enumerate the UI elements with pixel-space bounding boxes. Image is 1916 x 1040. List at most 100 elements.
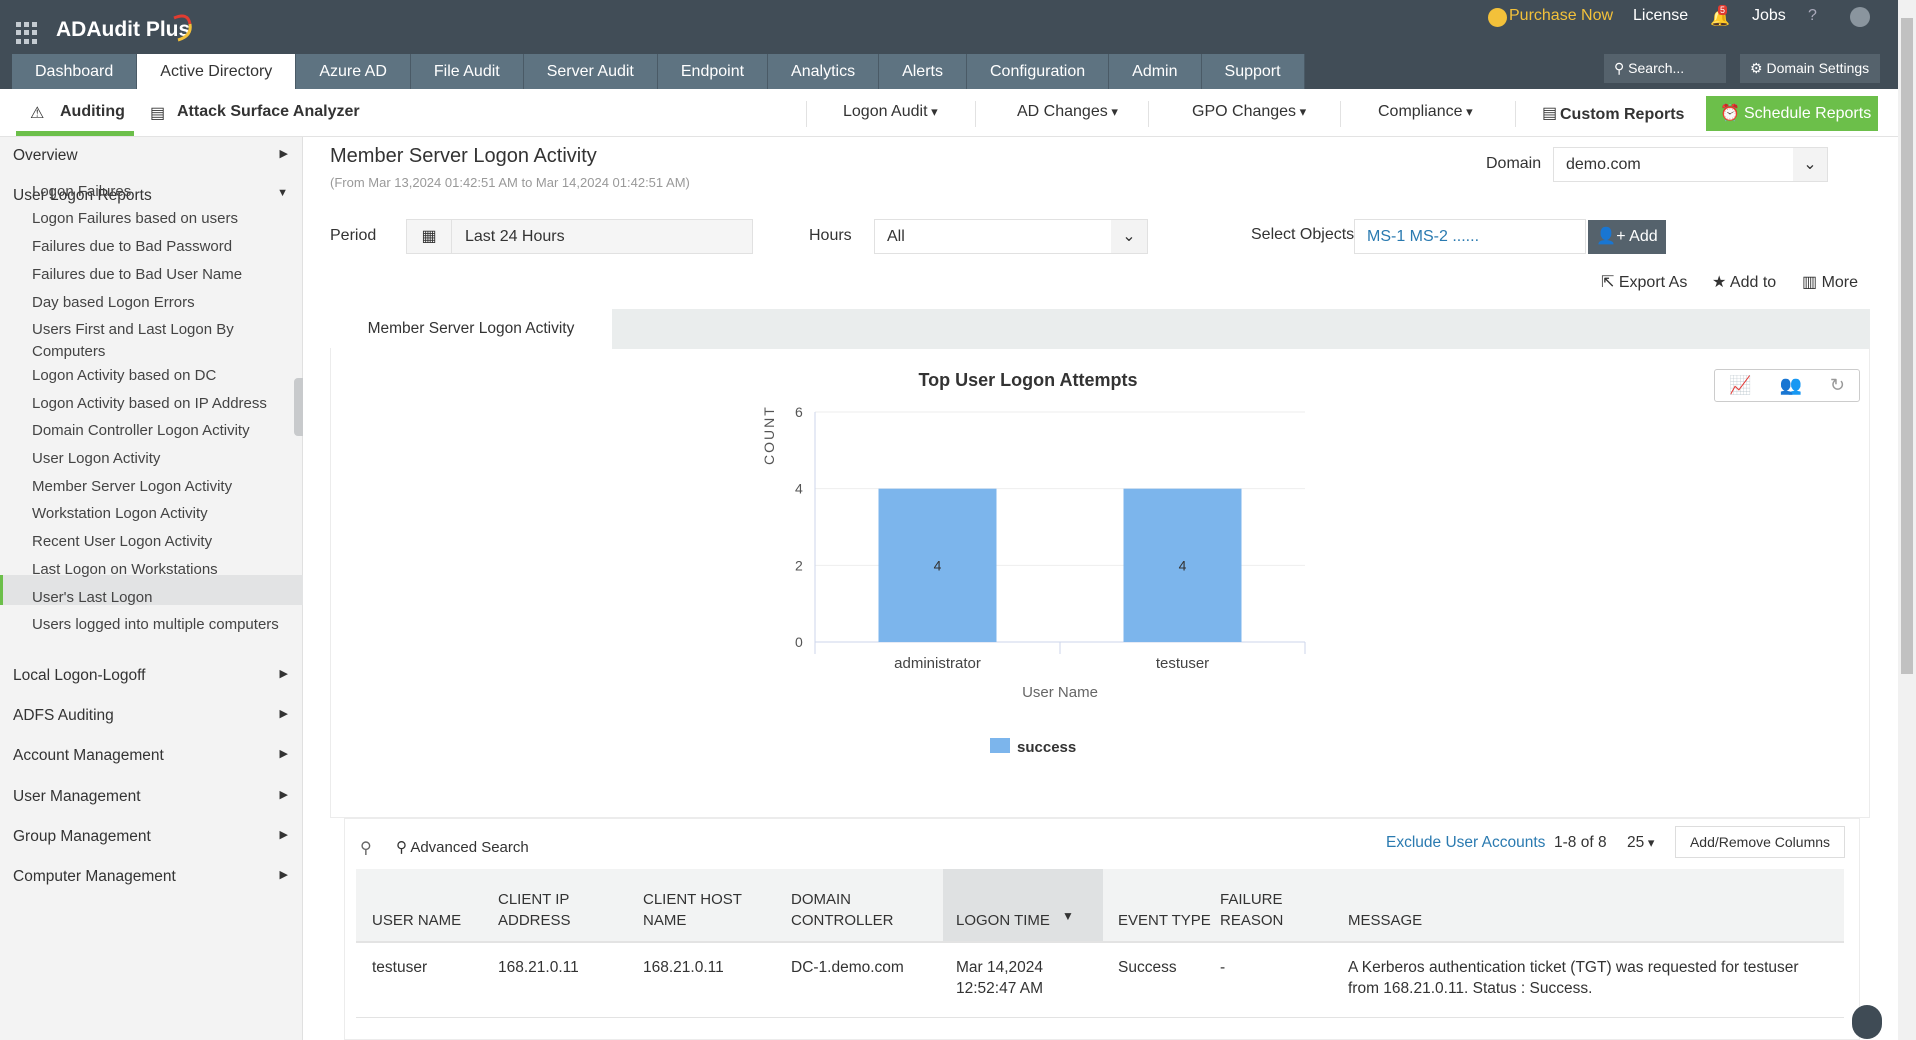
page-title: Member Server Logon Activity <box>330 145 597 167</box>
tab-server-audit[interactable]: Server Audit <box>523 54 658 89</box>
jobs-link[interactable]: Jobs <box>1752 7 1786 25</box>
add-remove-columns-button[interactable]: Add/Remove Columns <box>1675 826 1845 858</box>
period-label: Period <box>330 227 377 244</box>
page-size-select[interactable]: 25 <box>1627 834 1654 852</box>
license-link[interactable]: License <box>1633 7 1688 25</box>
active-indicator <box>16 131 134 136</box>
exclude-user-accounts-link[interactable]: Exclude User Accounts <box>1386 834 1545 852</box>
sidebar-item[interactable]: Failures due to Bad Password <box>32 236 282 258</box>
search-button[interactable]: ⚲ Search... <box>1604 54 1726 83</box>
logon-audit-menu[interactable]: Logon Audit <box>843 103 938 121</box>
advanced-search-button[interactable]: ⚲ Advanced Search <box>396 838 529 856</box>
column-header[interactable]: EVENT TYPE <box>1118 910 1228 931</box>
column-header[interactable]: DOMAIN CONTROLLER <box>791 889 901 931</box>
domain-settings-button[interactable]: ⚙ Domain Settings <box>1740 54 1880 83</box>
sidebar-overview[interactable]: Overview ▶ <box>13 147 288 165</box>
domain-label: Domain <box>1486 155 1542 172</box>
sidebar-item[interactable]: Workstation Logon Activity <box>32 503 282 525</box>
table-cell: Mar 14,2024 12:52:47 AM <box>956 959 1044 997</box>
date-range: (From Mar 13,2024 01:42:51 AM to Mar 14,… <box>330 175 690 190</box>
sidebar-item[interactable]: Failures due to Bad User Name <box>32 264 282 286</box>
gpo-changes-menu[interactable]: GPO Changes <box>1192 103 1306 121</box>
tab-support[interactable]: Support <box>1201 54 1305 89</box>
period-select[interactable]: ▦ Last 24 Hours <box>406 219 753 254</box>
sidebar-item[interactable]: Users First and Last Logon By Computers <box>32 319 282 363</box>
compliance-menu[interactable]: Compliance <box>1378 103 1473 121</box>
sidebar-item[interactable]: Domain Controller Logon Activity <box>32 420 282 442</box>
sidebar-item[interactable]: Logon Failures based on users <box>32 208 282 230</box>
purchase-now-link[interactable]: Purchase Now <box>1509 7 1613 25</box>
add-objects-button[interactable]: 👤+ Add <box>1588 220 1666 254</box>
sidebar-section[interactable]: User Management ▶ <box>13 788 288 806</box>
schedule-reports-button[interactable]: ⏰ Schedule Reports <box>1706 96 1878 131</box>
column-header[interactable]: USER NAME <box>372 910 482 931</box>
tab-member-server-logon-activity[interactable]: Member Server Logon Activity <box>330 309 612 349</box>
user-avatar-icon[interactable] <box>1850 7 1870 27</box>
tab-endpoint[interactable]: Endpoint <box>657 54 769 89</box>
sidebar-section[interactable]: ADFS Auditing ▶ <box>13 707 288 725</box>
y-tick-label: 2 <box>795 557 803 573</box>
column-header[interactable]: FAILURE REASON <box>1220 889 1330 931</box>
sidebar-item[interactable]: Logon Activity based on IP Address <box>32 393 282 415</box>
hours-select[interactable]: All ⌄ <box>874 219 1148 254</box>
app-grid-icon[interactable] <box>16 22 38 44</box>
tab-active-directory[interactable]: Active Directory <box>137 54 297 89</box>
sidebar-section[interactable]: Local Logon-Logoff ▶ <box>13 667 288 685</box>
sidebar-section[interactable]: Group Management ▶ <box>13 828 288 846</box>
column-header[interactable]: LOGON TIME <box>956 910 1096 931</box>
column-header[interactable]: CLIENT IP ADDRESS <box>498 889 608 931</box>
export-as-button[interactable]: ⇱ Export As <box>1601 272 1687 292</box>
sidebar-collapse-handle[interactable] <box>294 378 303 436</box>
add-chart-icon[interactable]: 📈 <box>1729 375 1751 396</box>
more-button[interactable]: ▥ More <box>1802 272 1858 292</box>
chart-toolbar: 📈 👥 ↻ <box>1714 369 1860 402</box>
tab-attack-surface-analyzer[interactable]: Attack Surface Analyzer <box>177 103 360 121</box>
tab-analytics[interactable]: Analytics <box>768 54 880 89</box>
refresh-chart-icon[interactable]: ↻ <box>1830 375 1845 396</box>
report-icon: ▤ <box>150 105 166 122</box>
data-label: 4 <box>1179 557 1187 573</box>
sort-desc-icon[interactable]: ▼ <box>1062 909 1074 923</box>
sidebar-section[interactable]: Computer Management ▶ <box>13 868 288 886</box>
column-header[interactable]: MESSAGE <box>1348 910 1648 931</box>
sub-nav: ⚠ Auditing ▤ Attack Surface Analyzer Log… <box>0 89 1898 137</box>
sidebar-item[interactable]: Recent User Logon Activity <box>32 531 282 553</box>
legend-swatch <box>990 738 1010 753</box>
domain-select[interactable]: demo.com ⌄ <box>1553 147 1828 182</box>
ad-changes-menu[interactable]: AD Changes <box>1017 103 1118 121</box>
add-user-icon: 👤+ <box>1596 228 1630 245</box>
user-chart-icon[interactable]: 👥 <box>1779 375 1801 396</box>
custom-reports-link[interactable]: Custom Reports <box>1560 106 1684 124</box>
tab-admin[interactable]: Admin <box>1109 54 1202 89</box>
add-to-button[interactable]: ★ Add to <box>1712 272 1776 292</box>
caret-right-icon: ▶ <box>279 708 288 721</box>
sidebar-item[interactable]: Member Server Logon Activity <box>32 476 282 498</box>
help-icon[interactable]: ? <box>1808 7 1817 25</box>
chart-title: Top User Logon Attempts <box>919 370 1138 390</box>
sidebar-item[interactable]: User's Last Logon <box>32 587 282 609</box>
sidebar-item[interactable]: Day based Logon Errors <box>32 292 282 314</box>
custom-reports-icon: ▤ <box>1542 105 1558 122</box>
tab-file-audit[interactable]: File Audit <box>410 54 524 89</box>
tab-dashboard[interactable]: Dashboard <box>12 54 138 89</box>
sidebar-section[interactable]: Account Management ▶ <box>13 747 288 765</box>
select-objects-input[interactable]: MS-1 MS-2 ...... <box>1354 219 1586 254</box>
table-cell: 168.21.0.11 <box>643 959 724 976</box>
chat-assistant-icon[interactable] <box>1852 1005 1882 1039</box>
column-header[interactable]: CLIENT HOST NAME <box>643 889 753 931</box>
chevron-down-icon: ⌄ <box>1111 220 1147 253</box>
sidebar-item[interactable]: Last Logon on Workstations <box>32 559 282 581</box>
sidebar-item[interactable]: Logon Activity based on DC <box>32 365 282 387</box>
tab-configuration[interactable]: Configuration <box>966 54 1110 89</box>
sidebar-item[interactable]: Users logged into multiple computers <box>32 614 282 636</box>
sidebar-item[interactable]: User Logon Activity <box>32 448 282 470</box>
cart-icon <box>1488 8 1507 27</box>
tab-alerts[interactable]: Alerts <box>879 54 967 89</box>
sidebar-item[interactable]: Logon Failures <box>32 181 282 203</box>
divider <box>1148 101 1149 127</box>
table-cell: testuser <box>372 959 428 976</box>
tab-auditing[interactable]: Auditing <box>60 103 125 121</box>
tab-azure-ad[interactable]: Azure AD <box>296 54 411 89</box>
quick-search-icon[interactable]: ⚲ <box>360 838 372 858</box>
scrollbar-thumb[interactable] <box>1901 18 1913 674</box>
